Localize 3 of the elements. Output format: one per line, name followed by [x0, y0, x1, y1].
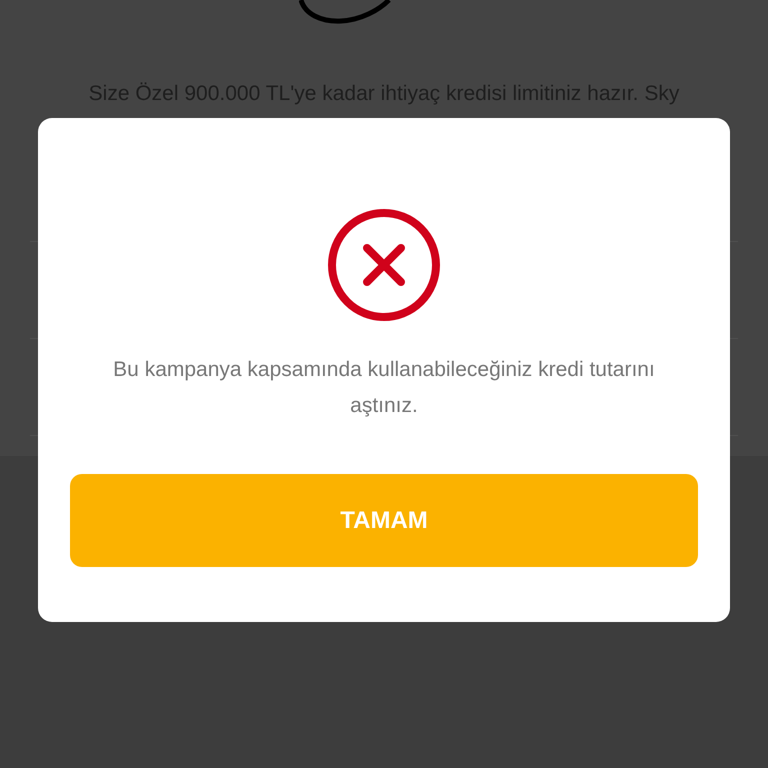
dialog-message: Bu kampanya kapsamında kullanabileceğiniz kredi tutarını aştınız.: [112, 357, 656, 419]
ok-button[interactable]: TAMAM: [70, 474, 698, 567]
error-icon: [327, 208, 441, 322]
